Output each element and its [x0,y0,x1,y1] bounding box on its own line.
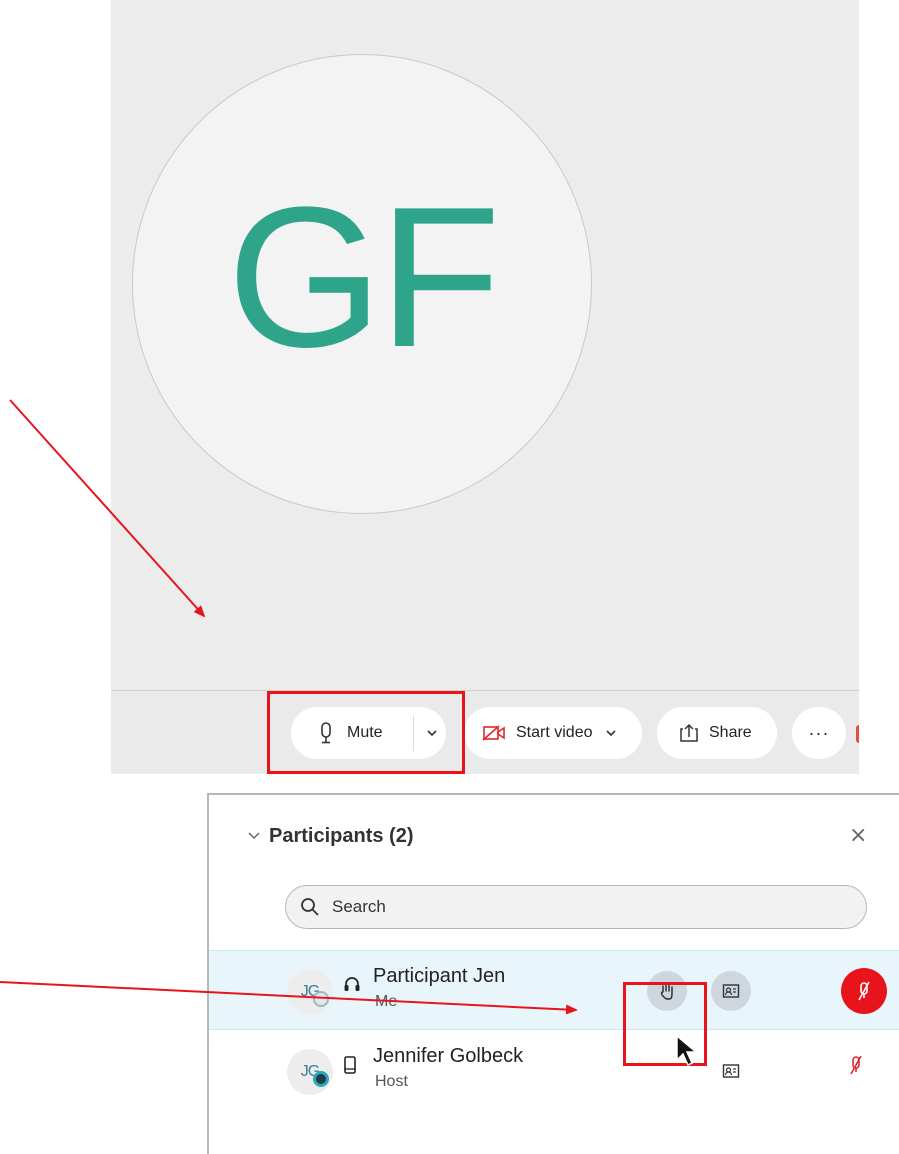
annotation-arrows [0,399,578,1015]
annotation-arrow [0,981,578,1015]
annotation-arrow [9,399,206,618]
mouse-cursor-icon [676,1034,699,1067]
